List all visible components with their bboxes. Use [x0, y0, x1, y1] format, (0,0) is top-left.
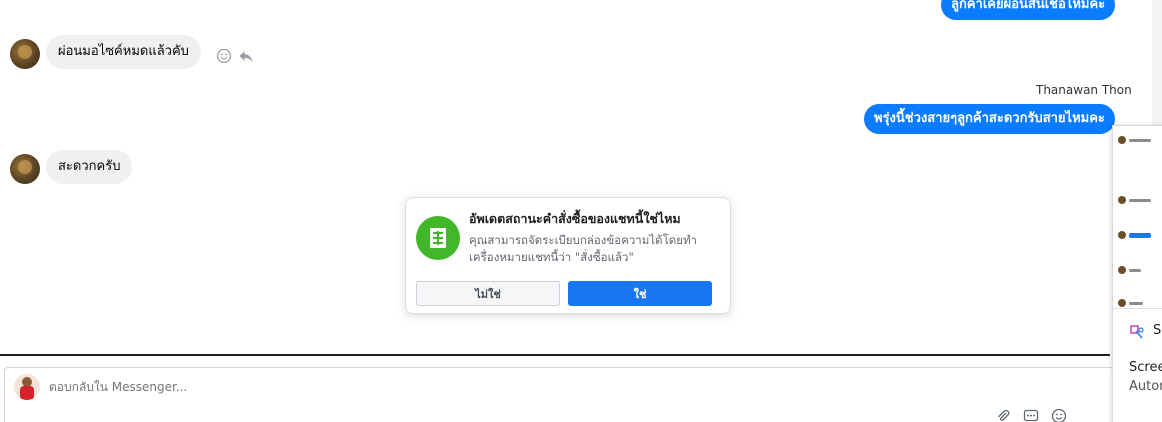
messenger-window: ลูกค้าเคยผ่อนสินเชื่อไหมคะ ผ่อนมอไซค์หมด… — [0, 0, 1162, 422]
thumbnail-avatar — [1118, 136, 1126, 144]
reply-input[interactable] — [49, 380, 549, 394]
composer-divider — [0, 354, 1110, 356]
reply-icon[interactable] — [238, 48, 254, 67]
incoming-message: ผ่อนมอไซค์หมดแล้วคับ — [46, 35, 201, 69]
thumbnail-line — [1129, 138, 1151, 142]
thumbnail-avatar — [1118, 231, 1126, 239]
thumbnail-row — [1118, 231, 1151, 239]
thumbnail-avatar — [1118, 196, 1126, 204]
thumbnail-line — [1129, 232, 1151, 238]
page-avatar — [14, 374, 40, 400]
thumbnail-avatar — [1118, 299, 1126, 307]
autosave-label: Autor — [1129, 379, 1162, 394]
thumbnail-row — [1118, 299, 1143, 307]
order-status-dialog: อัพเดตสถานะคำสั่งซื้อของแชทนี้ใช่ไหม คุณ… — [405, 197, 731, 314]
dialog-body: คุณสามารถจัดระเบียบกล่องข้อความได้โดยทำเ… — [469, 233, 698, 264]
contact-avatar[interactable] — [10, 154, 40, 184]
snipping-tool-icon — [1130, 324, 1144, 343]
thumbnail-row — [1118, 136, 1151, 144]
saved-replies-icon[interactable] — [1023, 408, 1039, 422]
outgoing-message: พรุ่งนี้ช่วงสายๆลูกค้าสะดวกรับสายไหมคะ — [864, 104, 1115, 134]
sender-name: Thanawan Thon — [1036, 83, 1132, 97]
thumbnail-row — [1118, 266, 1141, 274]
receipt-icon — [416, 216, 460, 260]
message-actions — [216, 48, 254, 67]
yes-button[interactable]: ใช่ — [568, 281, 712, 306]
smile-icon[interactable] — [216, 48, 232, 67]
screenshot-label: Scree — [1129, 360, 1162, 375]
composer-toolbar — [995, 408, 1067, 422]
scrollbar[interactable] — [1152, 0, 1162, 125]
thumbnail-row — [1118, 196, 1151, 204]
snip-app-label: Sn — [1153, 323, 1162, 338]
contact-avatar[interactable] — [10, 39, 40, 69]
thumbnail-line — [1129, 301, 1143, 305]
dialog-title: อัพเดตสถานะคำสั่งซื้อของแชทนี้ใช่ไหม — [469, 211, 681, 226]
emoji-icon[interactable] — [1051, 408, 1067, 422]
attachment-icon[interactable] — [995, 408, 1011, 422]
thumbnail-line — [1129, 198, 1151, 202]
thumbnail-avatar — [1118, 266, 1126, 274]
no-button[interactable]: ไม่ใช่ — [416, 281, 560, 306]
incoming-message: สะดวกครับ — [46, 150, 133, 184]
outgoing-message: ลูกค้าเคยผ่อนสินเชื่อไหมคะ — [941, 0, 1116, 20]
snip-notification-panel[interactable]: Sn Scree Autor — [1112, 125, 1162, 422]
reply-composer — [4, 367, 1114, 422]
panel-divider — [1113, 308, 1162, 309]
thumbnail-line — [1129, 268, 1141, 272]
